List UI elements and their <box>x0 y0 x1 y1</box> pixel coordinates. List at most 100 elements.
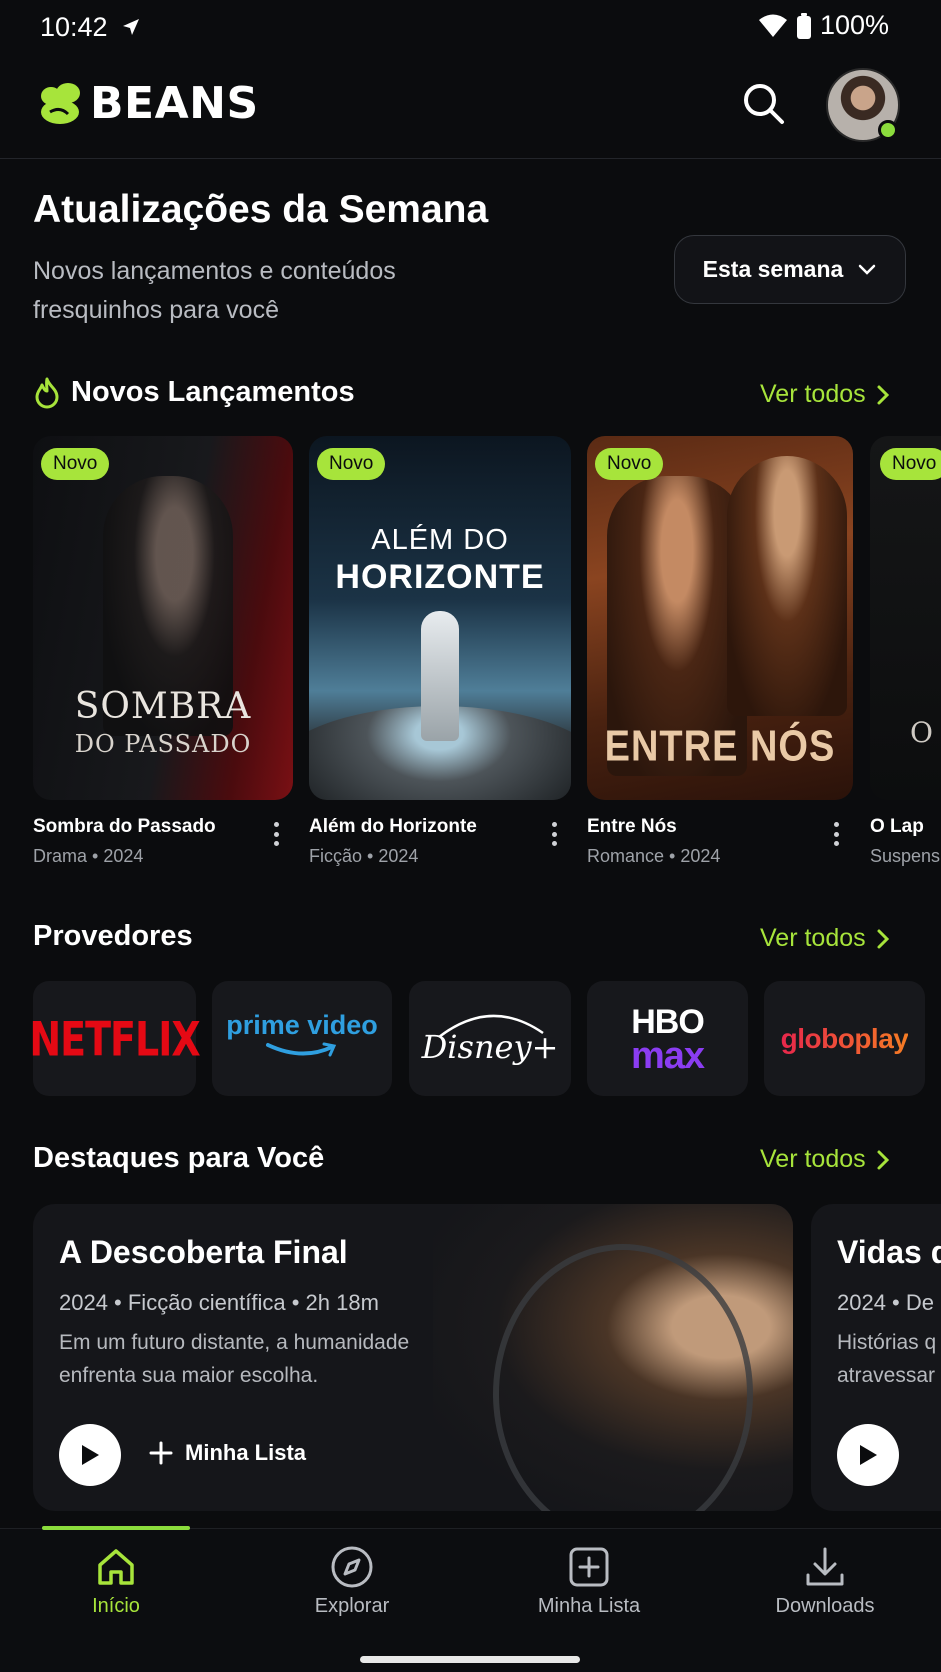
location-arrow-icon <box>123 19 140 35</box>
provider-hbo-max[interactable]: HBO max <box>587 981 748 1096</box>
poster-figure-woman <box>727 456 847 716</box>
provider-disney-plus[interactable]: Disney+ <box>409 981 571 1096</box>
play-button[interactable] <box>59 1424 121 1486</box>
poster-title-line1: ENTRE NÓS <box>604 722 836 772</box>
chevron-right-icon <box>877 1150 889 1169</box>
status-time: 10:42 <box>40 12 141 43</box>
poster-astronaut <box>421 611 459 741</box>
release-meta: Suspens <box>870 846 941 866</box>
featured-header: Destaques para Você <box>33 1142 324 1175</box>
status-indicators: 100% <box>758 10 889 41</box>
chevron-down-icon <box>859 264 876 275</box>
chevron-right-icon <box>877 929 889 948</box>
release-title[interactable]: Sombra do Passado <box>33 816 216 838</box>
brand-name: BEANS <box>90 78 259 129</box>
featured-description: Histórias q atravessar <box>837 1331 937 1387</box>
globoplay-logo: globoplay <box>780 1022 909 1054</box>
nav-item-downloads[interactable]: Downloads <box>735 1545 915 1618</box>
providers-see-all-link[interactable]: Ver todos <box>760 924 890 953</box>
bean-logo-icon <box>41 82 80 124</box>
search-button[interactable] <box>740 80 788 128</box>
add-to-list-button[interactable]: Minha Lista <box>149 1440 306 1466</box>
page-subtitle: Novos lançamentos e conteúdos fresquinho… <box>33 257 396 324</box>
play-icon <box>82 1445 99 1465</box>
netflix-logo: NETFLIX <box>29 1011 200 1066</box>
release-title[interactable]: O Lap <box>870 816 941 838</box>
featured-see-all-label: Ver todos <box>760 1145 866 1173</box>
nav-item-home[interactable]: Início <box>26 1545 206 1618</box>
featured-heading: Destaques para Você <box>33 1142 325 1174</box>
release-meta: Romance • 2024 <box>587 846 721 866</box>
new-badge: Novo <box>317 448 386 480</box>
max-logo: max <box>630 1034 705 1077</box>
release-card-poster[interactable]: Novo ENTRE NÓS <box>587 436 853 800</box>
new-badge: Novo <box>880 448 941 480</box>
release-card-poster[interactable]: Novo SOMBRA DO PASSADO <box>33 436 293 800</box>
wifi-icon <box>758 14 787 37</box>
more-options-icon[interactable] <box>824 818 848 850</box>
featured-title: A Descoberta Final <box>59 1234 348 1270</box>
featured-card[interactable]: Vidas d 2024 • De Histórias q atravessar <box>811 1204 941 1511</box>
releases-see-all-label: Ver todos <box>760 380 866 408</box>
poster-title-line2: HORIZONTE <box>335 558 545 596</box>
featured-card[interactable]: A Descoberta Final 2024 • Ficção científ… <box>33 1204 793 1511</box>
chevron-right-icon <box>877 385 889 404</box>
release-title[interactable]: Entre Nós <box>587 816 677 838</box>
provider-netflix[interactable]: NETFLIX <box>29 981 201 1096</box>
prime-smile-icon <box>266 1042 337 1057</box>
play-button[interactable] <box>837 1424 899 1486</box>
featured-title: Vidas d <box>837 1234 941 1270</box>
prime-video-logo: prime video <box>226 1010 378 1040</box>
featured-meta: 2024 • De <box>837 1290 934 1315</box>
battery-icon <box>796 12 811 39</box>
header-divider <box>0 158 941 159</box>
release-card-poster[interactable]: Novo O <box>870 436 941 800</box>
release-meta: Ficção • 2024 <box>309 846 419 866</box>
featured-description: Em um futuro distante, a humanidade enfr… <box>59 1331 410 1387</box>
add-to-list-label: Minha Lista <box>185 1440 307 1465</box>
nav-label: Downloads <box>775 1595 875 1617</box>
home-gesture-bar[interactable] <box>360 1656 580 1663</box>
hbo-logo: HBO <box>631 1002 705 1041</box>
nav-item-my-list[interactable]: Minha Lista <box>499 1545 679 1618</box>
add-square-icon <box>569 1547 609 1587</box>
provider-globoplay[interactable]: globoplay <box>764 981 925 1096</box>
week-filter-dropdown[interactable]: Esta semana <box>674 235 906 304</box>
providers-see-all-label: Ver todos <box>760 924 866 952</box>
new-badge: Novo <box>41 448 110 480</box>
poster-title-line1: SOMBRA <box>74 686 252 727</box>
nav-label: Explorar <box>314 1595 390 1617</box>
nav-active-indicator <box>42 1526 190 1530</box>
page-title: Atualizações da Semana <box>33 188 489 231</box>
online-status-dot <box>878 120 898 140</box>
featured-meta: 2024 • Ficção científica • 2h 18m <box>59 1290 379 1315</box>
play-icon <box>860 1445 877 1465</box>
plus-icon <box>149 1441 173 1465</box>
week-filter-label: Esta semana <box>702 256 844 282</box>
poster-title-line1: ALÉM DO <box>371 524 509 556</box>
disney-arc-icon <box>438 1014 544 1038</box>
flame-icon <box>35 377 59 408</box>
release-title[interactable]: Além do Horizonte <box>309 816 477 838</box>
nav-item-explore[interactable]: Explorar <box>262 1545 442 1618</box>
release-meta: Drama • 2024 <box>33 846 144 866</box>
releases-see-all-link[interactable]: Ver todos <box>760 380 890 409</box>
brand-logo[interactable]: BEANS <box>38 78 259 129</box>
more-options-icon[interactable] <box>542 818 566 850</box>
poster-title-line2: DO PASSADO <box>74 730 252 758</box>
provider-prime-video[interactable]: prime video <box>212 981 392 1096</box>
download-icon <box>806 1547 844 1586</box>
releases-header: Novos Lançamentos <box>33 376 355 409</box>
release-card-poster[interactable]: Novo ALÉM DO HORIZONTE <box>309 436 571 800</box>
providers-header: Provedores <box>33 920 193 953</box>
nav-label: Início <box>92 1595 140 1617</box>
battery-percent: 100% <box>819 10 889 40</box>
releases-heading: Novos Lançamentos <box>71 376 355 408</box>
more-options-icon[interactable] <box>264 818 288 850</box>
home-icon <box>98 1549 134 1585</box>
new-badge: Novo <box>595 448 664 480</box>
search-icon <box>744 84 784 124</box>
poster-title-line1: O <box>910 716 933 749</box>
featured-see-all-link[interactable]: Ver todos <box>760 1145 890 1174</box>
nav-label: Minha Lista <box>537 1595 641 1617</box>
